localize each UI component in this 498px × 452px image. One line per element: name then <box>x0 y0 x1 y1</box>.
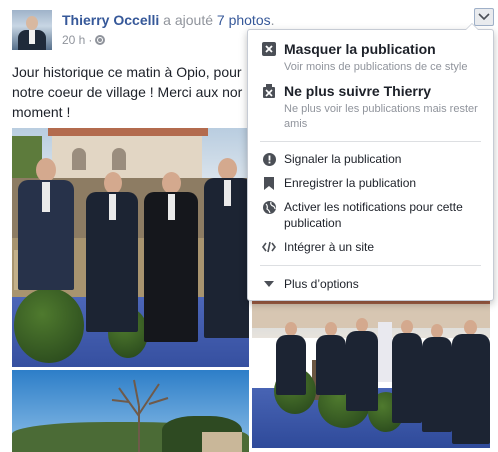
meta-separator: · <box>88 33 93 47</box>
unfollow-icon <box>262 84 276 98</box>
menu-item-embed[interactable]: Intégrer à un site <box>248 239 493 257</box>
bookmark-icon <box>262 176 276 190</box>
post-meta: 20 h · <box>62 33 106 47</box>
photos-count-link[interactable]: 7 photos <box>217 12 271 28</box>
menu-item-label: Masquer la publication <box>284 41 436 57</box>
globe-icon <box>262 200 276 214</box>
post-header: Thierry Occelli a ajouté 7 photos. <box>62 12 275 28</box>
menu-item-label: Activer les notifications pour cette <box>284 200 463 214</box>
author-avatar[interactable] <box>12 10 52 50</box>
globe-icon[interactable] <box>95 35 106 45</box>
menu-item-sublabel: Ne plus voir les publications mais reste… <box>284 103 478 115</box>
menu-item-sublabel: amis <box>284 118 308 130</box>
menu-item-label: Intégrer à un site <box>284 240 375 254</box>
code-icon <box>262 240 276 254</box>
facebook-post: Thierry Occelli a ajouté 7 photos. 20 h … <box>0 0 498 452</box>
post-timestamp[interactable]: 20 h <box>62 33 85 47</box>
menu-item-save[interactable]: Enregistrer la publication <box>248 175 493 193</box>
menu-item-hide-post[interactable]: Masquer la publication Voir moins de pub… <box>248 40 493 80</box>
menu-item-report[interactable]: Signaler la publication <box>248 151 493 169</box>
menu-item-label: Plus d’options <box>284 277 359 291</box>
post-action-period: . <box>270 12 275 28</box>
post-action-text: a ajouté <box>159 12 217 28</box>
menu-item-label: Ne plus suivre Thierry <box>284 83 432 99</box>
menu-divider <box>260 141 481 142</box>
menu-item-label: Enregistrer la publication <box>284 176 417 190</box>
chevron-down-icon <box>478 13 490 21</box>
menu-item-more-options[interactable]: Plus d’options <box>248 276 493 294</box>
post-photo[interactable] <box>252 298 490 448</box>
menu-divider <box>260 265 481 266</box>
menu-item-unfollow[interactable]: Ne plus suivre Thierry Ne plus voir les … <box>248 82 493 132</box>
menu-item-sublabel: Voir moins de publications de ce style <box>284 61 468 73</box>
post-photo[interactable] <box>12 128 249 367</box>
menu-item-notifications[interactable]: Activer les notifications pour cette pub… <box>248 199 493 233</box>
author-name-link[interactable]: Thierry Occelli <box>62 12 159 28</box>
close-box-icon <box>262 42 276 56</box>
post-options-menu: Masquer la publication Voir moins de pub… <box>247 23 494 301</box>
post-photo[interactable] <box>12 370 249 452</box>
menu-item-label: Signaler la publication <box>284 152 402 166</box>
alert-icon <box>262 152 276 166</box>
menu-item-label: publication <box>284 216 342 230</box>
caret-down-icon <box>262 277 276 291</box>
